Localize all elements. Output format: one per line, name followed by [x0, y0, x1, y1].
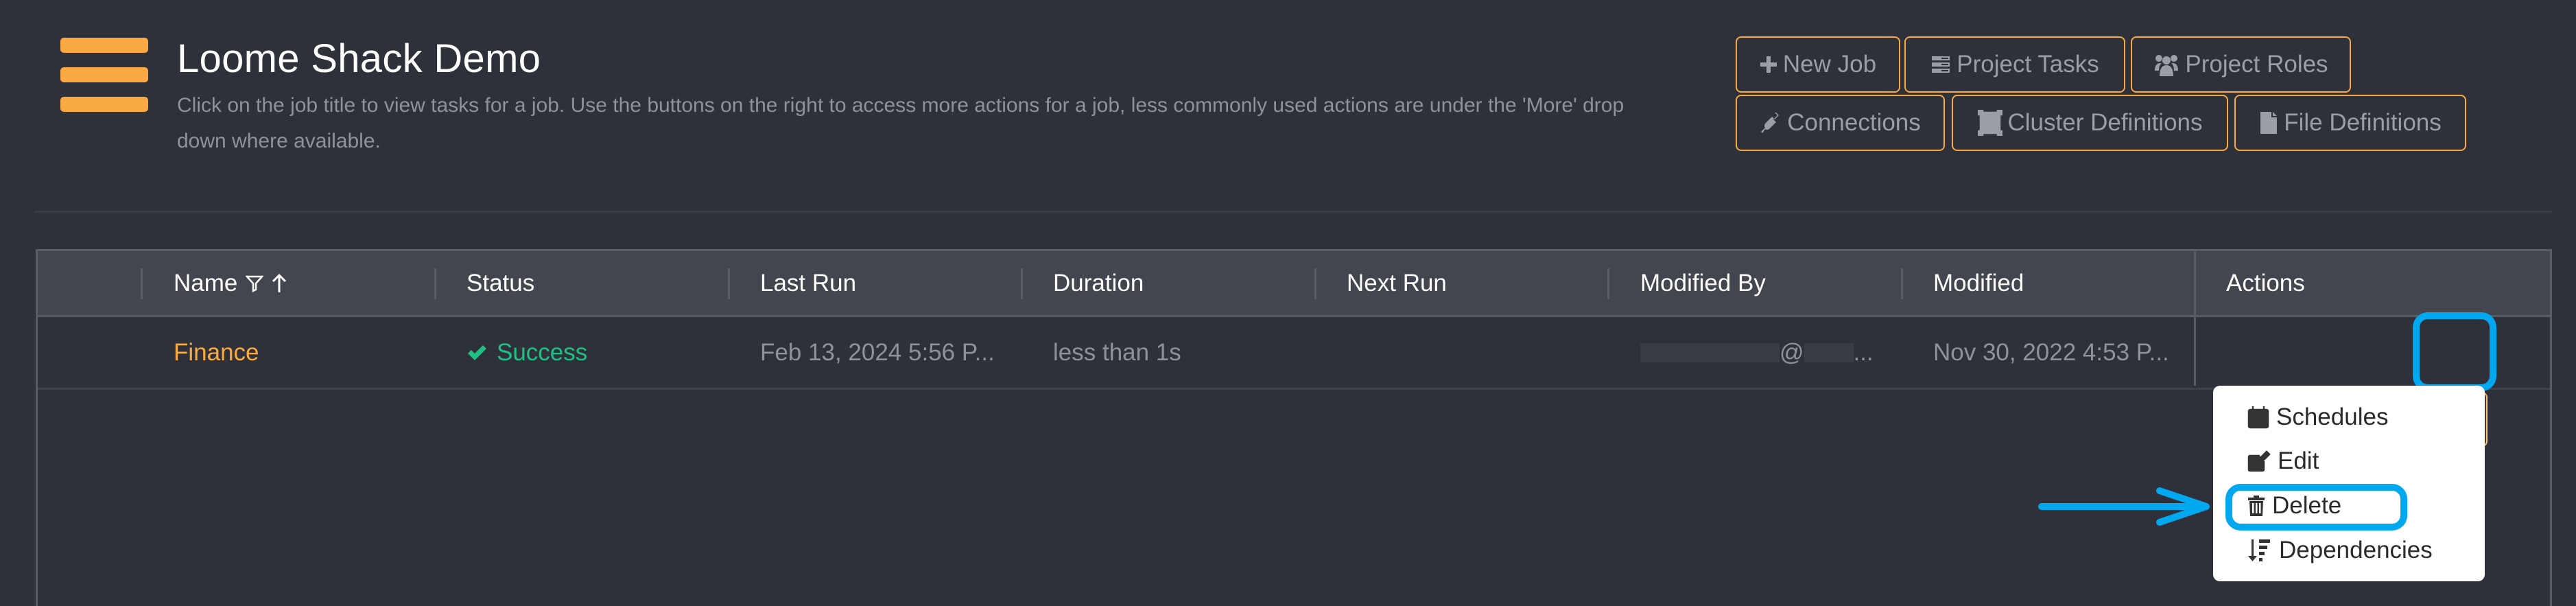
redacted-text: [1804, 342, 1854, 362]
file-definitions-button[interactable]: File Definitions: [2234, 95, 2466, 151]
status-badge: Success: [466, 317, 587, 388]
plus-icon: [1760, 56, 1777, 73]
file-icon: [2260, 112, 2278, 134]
connections-button[interactable]: Connections: [1736, 95, 1945, 151]
modified-value: Nov 30, 2022 4:53 P...: [1933, 338, 2169, 366]
menu-item-schedules[interactable]: Schedules: [2247, 397, 2388, 438]
column-divider: [1314, 268, 1316, 299]
table-header: Name Status Last Run Duration Next Run M…: [38, 251, 2550, 317]
calendar-icon: [2247, 406, 2269, 429]
column-header-next-run[interactable]: Next Run: [1347, 251, 1447, 315]
column-header-modified[interactable]: Modified: [1933, 251, 2024, 315]
menu-item-dependencies[interactable]: Dependencies: [2247, 530, 2433, 571]
cluster-definitions-button[interactable]: Cluster Definitions: [1952, 95, 2228, 151]
file-definitions-label: File Definitions: [2284, 109, 2442, 136]
cluster-icon: [1977, 110, 2002, 136]
filter-icon[interactable]: [246, 275, 264, 292]
plug-icon: [1761, 113, 1780, 133]
users-icon: [2155, 55, 2179, 76]
sort-ascending-icon[interactable]: [272, 273, 287, 294]
header-divider: [34, 211, 2552, 213]
project-roles-label: Project Roles: [2185, 51, 2328, 78]
modified-by-value: @ ...: [1640, 317, 1874, 388]
tasks-icon: [1932, 56, 1950, 73]
table-row: Finance Success Feb 13, 2024 5:56 P... l…: [38, 317, 2550, 447]
job-name-link[interactable]: Finance: [174, 317, 259, 388]
annotation-arrow-icon: [2038, 487, 2210, 526]
last-run-value: Feb 13, 2024 5:56 P...: [760, 338, 995, 366]
duration-value: less than 1s: [1053, 338, 1181, 366]
column-divider: [728, 268, 730, 299]
check-icon: [468, 345, 486, 360]
page-title: Loome Shack Demo: [177, 36, 541, 81]
column-divider: [1901, 268, 1903, 299]
project-tasks-button[interactable]: Project Tasks: [1904, 36, 2125, 93]
column-divider: [141, 268, 143, 299]
column-divider: [1607, 268, 1609, 299]
annotation-highlight-more: [2413, 312, 2496, 391]
new-job-label: New Job: [1782, 51, 1877, 78]
menu-item-edit[interactable]: Edit: [2247, 441, 2319, 482]
column-header-last-run[interactable]: Last Run: [760, 251, 856, 315]
sort-dependencies-icon: [2248, 539, 2270, 561]
menu-icon[interactable]: [60, 36, 148, 112]
column-header-actions: Actions: [2226, 269, 2305, 296]
project-tasks-label: Project Tasks: [1957, 51, 2099, 78]
column-divider: [434, 268, 436, 299]
page-description: Click on the job title to view tasks for…: [177, 94, 1624, 152]
connections-label: Connections: [1787, 109, 1921, 136]
column-header-duration[interactable]: Duration: [1053, 251, 1144, 315]
new-job-button[interactable]: New Job: [1736, 36, 1900, 93]
edit-icon: [2247, 450, 2271, 472]
column-header-status[interactable]: Status: [466, 251, 534, 315]
column-header-name[interactable]: Name: [174, 251, 287, 315]
column-header-modified-by[interactable]: Modified By: [1640, 251, 1766, 315]
redacted-text: [1640, 342, 1780, 362]
cluster-definitions-label: Cluster Definitions: [2007, 109, 2203, 136]
column-divider: [1021, 268, 1023, 299]
jobs-table: Name Status Last Run Duration Next Run M…: [36, 249, 2552, 606]
annotation-highlight-delete: [2225, 484, 2407, 531]
project-roles-button[interactable]: Project Roles: [2131, 36, 2351, 93]
